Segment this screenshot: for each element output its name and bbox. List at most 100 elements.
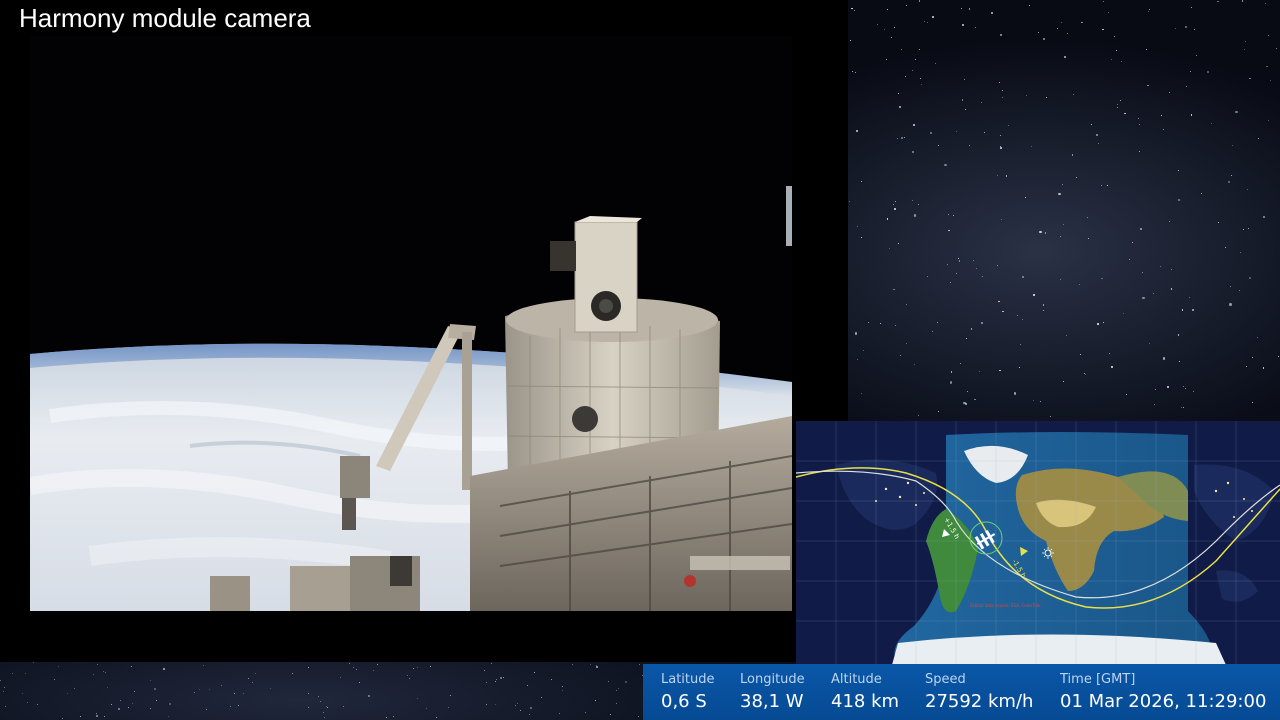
camera-feed[interactable] xyxy=(30,36,792,611)
star xyxy=(154,688,157,691)
star xyxy=(551,678,553,680)
star xyxy=(1266,65,1268,68)
star xyxy=(1062,184,1064,186)
star xyxy=(1248,276,1252,280)
star xyxy=(913,124,915,126)
star xyxy=(307,666,309,668)
star xyxy=(890,37,892,38)
star xyxy=(1020,344,1021,346)
star xyxy=(22,693,23,695)
star xyxy=(1125,394,1127,396)
star xyxy=(97,663,99,665)
star xyxy=(947,213,950,216)
star xyxy=(1268,34,1270,37)
star xyxy=(526,685,528,687)
star xyxy=(1245,366,1247,368)
star xyxy=(1013,392,1017,395)
star xyxy=(958,258,960,260)
star xyxy=(134,691,136,693)
star xyxy=(968,144,970,146)
star xyxy=(1235,111,1238,114)
star xyxy=(1008,125,1009,127)
star xyxy=(503,676,505,678)
star xyxy=(951,371,953,373)
star xyxy=(999,145,1001,147)
star xyxy=(997,264,998,266)
star xyxy=(1169,221,1170,223)
star xyxy=(104,672,106,674)
star xyxy=(1101,277,1103,279)
star xyxy=(1088,238,1090,240)
star xyxy=(1049,416,1052,418)
star xyxy=(1046,96,1048,98)
star xyxy=(974,27,976,28)
star xyxy=(926,21,929,24)
star xyxy=(406,675,408,677)
star xyxy=(1177,334,1180,336)
star xyxy=(1119,99,1121,101)
star xyxy=(202,665,204,667)
latitude-value: 0,6 S xyxy=(661,691,707,712)
star xyxy=(1096,134,1098,136)
star xyxy=(962,99,964,101)
star xyxy=(919,0,921,2)
star xyxy=(860,236,862,238)
star xyxy=(1076,177,1078,178)
star xyxy=(318,695,320,697)
star xyxy=(894,324,897,327)
star xyxy=(947,263,949,265)
star xyxy=(920,78,922,80)
star xyxy=(959,362,961,364)
star xyxy=(430,666,432,668)
star xyxy=(1139,124,1141,126)
star xyxy=(1241,0,1244,2)
star xyxy=(417,667,419,669)
star xyxy=(1245,40,1246,42)
star xyxy=(435,716,437,718)
star xyxy=(348,663,350,665)
star xyxy=(1160,266,1161,267)
star xyxy=(931,331,933,333)
star xyxy=(322,712,324,713)
time-value: 01 Mar 2026, 11:29:00 xyxy=(1060,691,1267,712)
star xyxy=(529,707,532,710)
star xyxy=(905,304,907,305)
star xyxy=(102,670,104,672)
star xyxy=(1148,8,1151,11)
star xyxy=(639,663,641,665)
star xyxy=(934,62,937,65)
star xyxy=(999,147,1003,150)
star xyxy=(861,393,862,395)
star xyxy=(949,381,952,384)
star xyxy=(1097,323,1099,325)
star xyxy=(880,323,882,325)
star xyxy=(92,674,94,676)
star xyxy=(1142,297,1145,300)
star xyxy=(27,701,29,703)
star xyxy=(854,9,855,11)
star xyxy=(251,682,253,684)
star xyxy=(1066,335,1068,337)
star xyxy=(625,681,628,684)
star xyxy=(1206,70,1210,74)
star xyxy=(1005,175,1008,177)
star xyxy=(973,260,975,262)
star xyxy=(1195,55,1197,57)
star xyxy=(1178,199,1180,201)
star xyxy=(918,48,920,50)
star xyxy=(534,671,536,673)
star xyxy=(996,175,998,177)
star xyxy=(1108,352,1110,354)
star xyxy=(1113,35,1115,38)
star xyxy=(356,669,358,671)
star xyxy=(1251,357,1253,359)
star xyxy=(912,70,914,72)
star xyxy=(528,714,530,716)
star xyxy=(1132,241,1134,243)
star xyxy=(955,130,957,132)
star xyxy=(110,703,112,705)
star xyxy=(342,705,344,707)
star xyxy=(1116,104,1118,106)
star xyxy=(447,707,449,709)
ground-track-map[interactable]: +1.5 h -1.5 h Orbital data source: ESA, … xyxy=(796,421,1280,665)
